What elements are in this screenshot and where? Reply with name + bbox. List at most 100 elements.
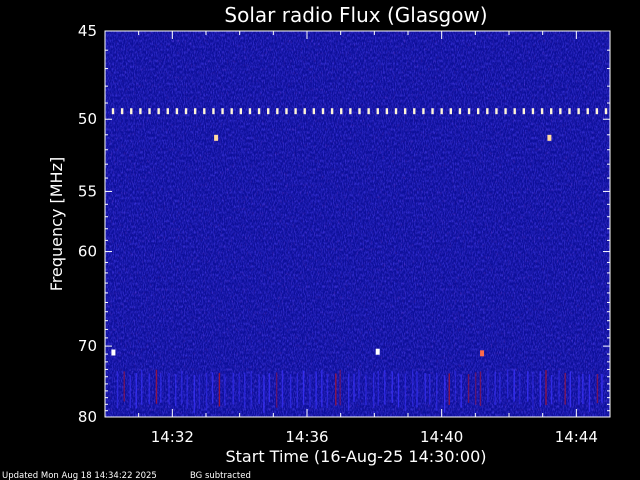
band-dot xyxy=(604,108,608,115)
streak-mark xyxy=(339,369,341,406)
band-dot xyxy=(303,108,306,115)
bright-spot xyxy=(547,134,552,141)
band-dot xyxy=(312,108,316,115)
streak-mark xyxy=(250,370,252,409)
streak-mark xyxy=(309,374,311,408)
streak-mark xyxy=(550,375,553,405)
plot-area xyxy=(104,30,611,418)
y-tick-label: 80 xyxy=(78,408,97,426)
streak-mark xyxy=(494,371,496,406)
streak-mark xyxy=(335,373,337,406)
band-dot xyxy=(367,108,370,115)
streak-mark xyxy=(564,372,566,405)
streak-mark xyxy=(268,373,271,403)
band-dots xyxy=(111,108,608,115)
y-axis-label: Frequency [MHz] xyxy=(47,157,66,291)
band-dot xyxy=(495,108,498,115)
streak-mark xyxy=(372,372,375,408)
streak-mark xyxy=(588,374,591,412)
band-dot xyxy=(257,108,261,115)
band-dot xyxy=(458,108,462,115)
streak-mark xyxy=(296,373,299,409)
streak-mark xyxy=(160,373,162,403)
streak-mark xyxy=(116,371,119,409)
band-dot xyxy=(285,108,288,115)
band-dot xyxy=(276,108,279,115)
streak-mark xyxy=(479,371,482,406)
streak-mark xyxy=(258,374,260,405)
band-dot xyxy=(321,108,325,115)
streak-mark xyxy=(155,369,158,404)
streak-mark xyxy=(487,370,489,403)
band-dot xyxy=(175,108,179,115)
streak-mark xyxy=(186,374,188,409)
streak-mark xyxy=(506,369,509,399)
band-dot xyxy=(358,108,361,115)
band-dot xyxy=(403,108,407,115)
x-tick-label: 14:44 xyxy=(555,428,598,446)
streak-mark xyxy=(443,375,446,413)
streak-mark xyxy=(582,373,584,404)
band-dot xyxy=(148,108,151,115)
streak-mark xyxy=(532,372,534,410)
band-dot xyxy=(340,108,343,115)
band-dot xyxy=(595,108,599,115)
streak-mark xyxy=(377,370,380,406)
y-tick-label: 70 xyxy=(78,337,97,355)
streak-mark xyxy=(205,372,208,411)
streak-mark xyxy=(436,372,438,411)
streak-mark xyxy=(513,369,515,402)
streak-mark xyxy=(411,369,414,407)
band-dot xyxy=(130,108,133,115)
streak-mark xyxy=(397,373,400,408)
streak-mark xyxy=(218,372,221,407)
streak-mark xyxy=(238,372,240,402)
band-dot xyxy=(422,108,425,115)
spectrogram-chart: Solar radio Flux (Glasgow) 14:32 14:36 14:… xyxy=(2,3,611,480)
streak-mark xyxy=(558,369,560,402)
band-dot xyxy=(239,108,243,115)
band-dot xyxy=(193,108,197,115)
band-dot xyxy=(184,108,188,115)
streak-mark xyxy=(467,374,470,403)
band-dot xyxy=(294,108,297,115)
streak-mark xyxy=(365,374,367,406)
streak-mark xyxy=(454,370,457,402)
streak-mark xyxy=(123,371,125,402)
y-tick-label: 60 xyxy=(78,243,97,261)
streak-mark xyxy=(347,373,350,411)
streak-mark xyxy=(448,373,450,405)
band-dot xyxy=(577,108,580,115)
streak-mark xyxy=(148,373,150,405)
streak-mark xyxy=(281,370,284,408)
streak-mark xyxy=(545,370,547,406)
band-dot xyxy=(330,108,334,115)
x-tick-label: 14:36 xyxy=(285,428,328,446)
streak-mark xyxy=(193,374,196,413)
band-dot xyxy=(568,108,571,115)
streak-mark xyxy=(384,370,386,405)
band-dot xyxy=(531,108,535,115)
band-dot xyxy=(486,108,489,115)
streak-mark xyxy=(539,371,542,407)
band-dot xyxy=(166,108,169,115)
streak-mark xyxy=(416,371,418,408)
plot-noise-red xyxy=(105,31,610,417)
band-dot xyxy=(431,108,434,115)
background-note: BG subtracted xyxy=(190,471,251,480)
streak-mark xyxy=(424,373,426,402)
streak-mark xyxy=(527,371,529,402)
streak-mark xyxy=(135,372,137,409)
band-dot xyxy=(540,108,544,115)
band-dot xyxy=(476,108,480,115)
band-dot xyxy=(394,108,398,115)
band-dot xyxy=(212,108,215,115)
streak-mark xyxy=(321,370,323,408)
streak-mark xyxy=(596,373,599,404)
band-dot xyxy=(139,108,142,115)
x-tick-label: 14:40 xyxy=(420,428,463,446)
band-dot xyxy=(513,108,516,115)
band-dot xyxy=(267,108,270,115)
streak-mark xyxy=(232,372,234,405)
chart-title: Solar radio Flux (Glasgow) xyxy=(224,3,487,27)
